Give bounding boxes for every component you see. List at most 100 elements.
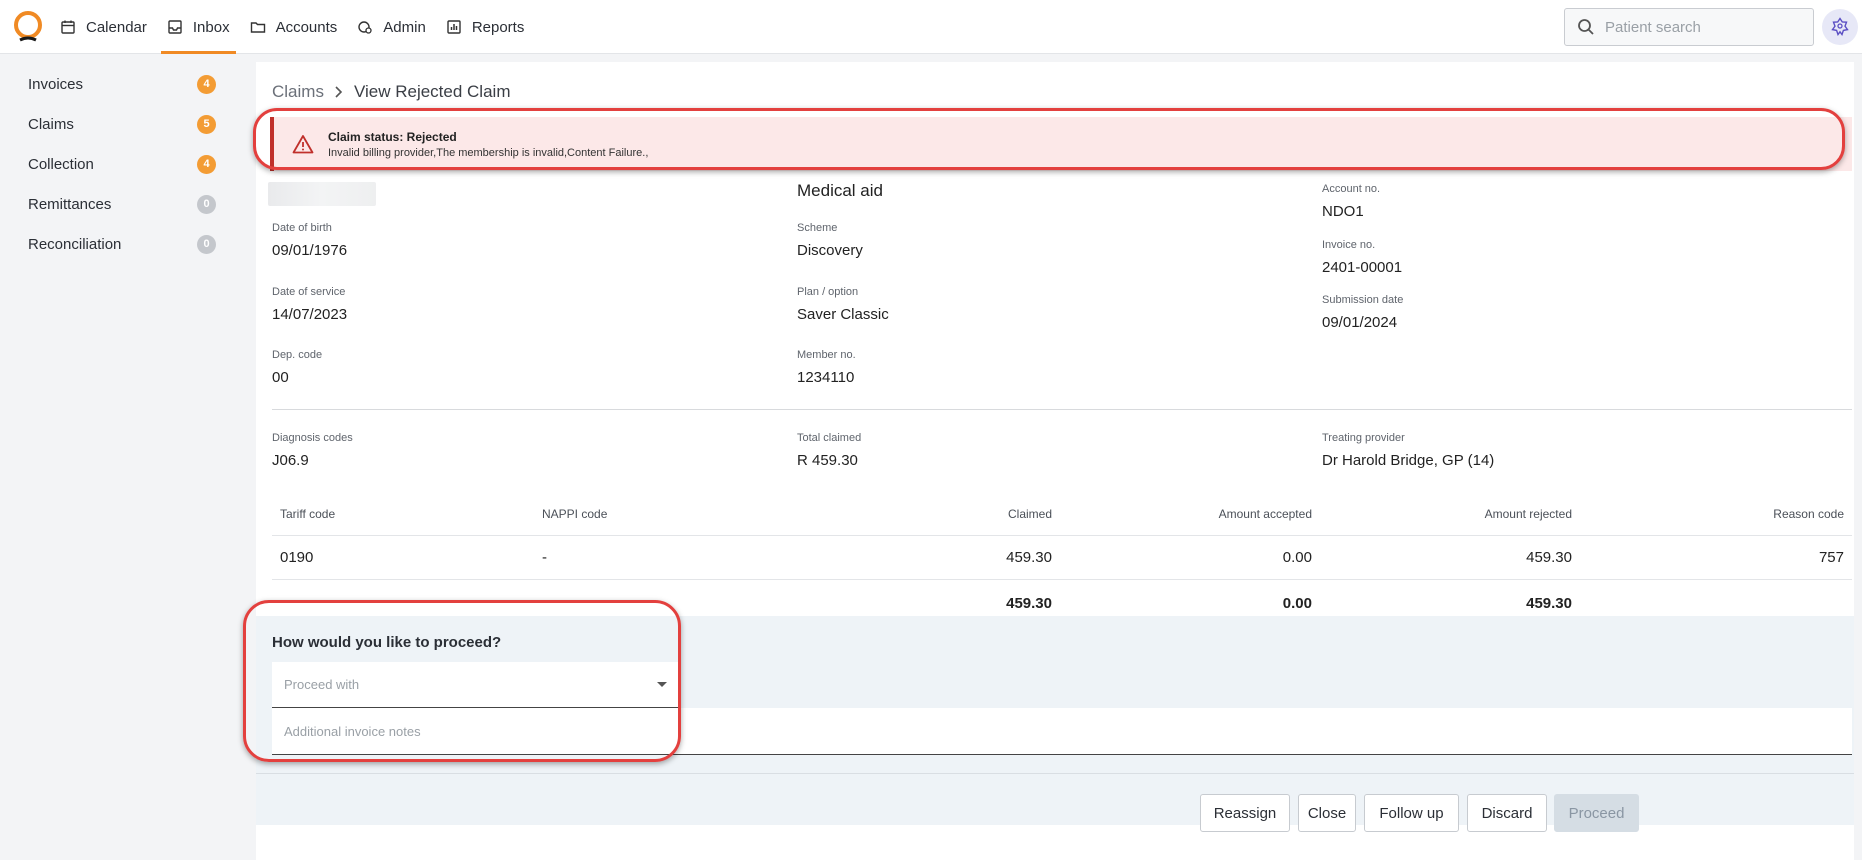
total-rejected: 459.30 [1526,594,1572,612]
member-value: 1234110 [797,369,855,386]
folder-icon [250,22,265,33]
nav-inbox-label: Inbox [192,18,230,36]
close-button[interactable]: Close [1298,794,1356,832]
sidebar-item-claims[interactable]: Claims 5 [0,104,244,144]
cell-amount-rejected: 459.30 [1526,549,1572,566]
sidebar-item-remittances[interactable]: Remittances 0 [0,184,244,224]
nav-calendar[interactable]: Calendar [50,0,157,54]
nav-accounts[interactable]: Accounts [240,0,348,54]
reassign-button[interactable]: Reassign [1200,794,1290,832]
diagnosis-value: J06.9 [272,452,309,469]
dos-value: 14/07/2023 [272,306,348,323]
proceed-section: How would you like to proceed? Proceed w… [256,616,1854,773]
invoice-notes-field[interactable] [272,708,1852,755]
member-field: Member no. 1234110 [797,349,856,386]
nav-calendar-label: Calendar [86,18,147,36]
sidebar-item-collection[interactable]: Collection 4 [0,144,244,184]
sidebar-item-reconciliation[interactable]: Reconciliation 0 [0,224,244,264]
submission-value: 09/01/2024 [1322,314,1398,331]
count-badge: 4 [197,154,216,174]
account-label: Account no. [1322,183,1381,195]
inbox-icon [168,20,182,34]
dropdown-arrow-icon [657,681,667,687]
claim-detail-panel: Claims View Rejected Claim Claim status:… [256,62,1854,860]
medical-aid-heading: Medical aid [797,181,883,200]
diagnosis-field: Diagnosis codes J06.9 [272,432,353,469]
cell-claimed: 459.30 [1006,549,1052,566]
proceed-question: How would you like to proceed? [272,634,502,651]
dep-code-field: Dep. code 00 [272,349,322,386]
dob-field: Date of birth 09/01/1976 [272,222,347,259]
member-label: Member no. [797,349,856,361]
sidebar-item-label: Remittances [28,195,112,213]
scheme-label: Scheme [797,222,838,234]
inbox-sidebar: Invoices 4 Claims 5 Collection 4 Remitta… [0,54,244,860]
proceed-with-placeholder: Proceed with [284,677,360,692]
app-logo-icon[interactable] [12,10,44,44]
col-nappi-code: NAPPI code [542,506,608,521]
sidebar-item-label: Reconciliation [28,235,122,253]
count-badge: 5 [197,114,216,134]
user-avatar[interactable] [1822,9,1858,45]
breadcrumb-claims-link[interactable]: Claims [272,82,324,102]
treating-provider-value: Dr Harold Bridge, GP (14) [1322,452,1495,469]
nav-reports-label: Reports [471,18,525,36]
discard-button[interactable]: Discard [1467,794,1547,832]
col-claimed: Claimed [1007,506,1052,521]
submission-field: Submission date 09/01/2024 [1322,294,1403,331]
total-claimed-field: Total claimed R 459.30 [797,432,861,469]
invoice-value: 2401-00001 [1322,259,1403,276]
admin-gear-icon [358,21,372,34]
main-nav: Calendar Inbox Accounts Admin Reports [50,0,534,54]
plan-value: Saver Classic [797,306,889,323]
submission-label: Submission date [1322,294,1404,306]
proceed-button[interactable]: Proceed [1554,794,1639,832]
reports-icon [447,20,461,34]
follow-up-button[interactable]: Follow up [1364,794,1459,832]
breadcrumb: Claims View Rejected Claim [272,82,510,102]
alert-title: Claim status: Rejected [328,129,457,144]
nav-inbox[interactable]: Inbox [157,0,240,54]
sidebar-item-label: Invoices [28,75,84,93]
count-badge: 4 [197,74,216,94]
alert-message: Invalid billing provider,The membership … [328,146,649,159]
plan-label: Plan / option [797,286,859,298]
sidebar-item-invoices[interactable]: Invoices 4 [0,64,244,104]
nav-reports[interactable]: Reports [436,0,535,54]
proceed-with-select[interactable]: Proceed with [272,662,680,708]
nav-admin[interactable]: Admin [347,0,436,54]
patient-name-redacted [268,182,376,206]
plan-field: Plan / option Saver Classic [797,286,889,323]
top-bar: Calendar Inbox Accounts Admin Reports [0,0,1862,54]
sidebar-item-label: Claims [28,115,74,133]
cell-amount-accepted: 0.00 [1282,549,1312,566]
claim-status-alert: Claim status: Rejected Invalid billing p… [270,117,1852,171]
dep-code-value: 00 [272,369,289,386]
section-divider [272,409,1852,410]
col-tariff-code: Tariff code [280,506,336,521]
count-badge: 0 [197,194,216,214]
invoice-notes-input[interactable] [284,723,1840,739]
cell-nappi-code: - [542,549,547,566]
action-bar: Reassign Close Follow up Discard Proceed [256,773,1854,832]
scheme-value: Discovery [797,242,863,259]
col-amount-rejected: Amount rejected [1484,506,1572,521]
invoice-field: Invoice no. 2401-00001 [1322,239,1402,276]
total-accepted: 0.00 [1282,594,1312,612]
col-reason-code: Reason code [1773,506,1844,521]
count-badge: 0 [197,234,216,254]
alert-text: Claim status: Rejected Invalid billing p… [328,130,648,159]
dos-label: Date of service [272,286,346,298]
dos-field: Date of service 14/07/2023 [272,286,347,323]
table-row: 0190 - 459.30 0.00 459.30 757 [272,536,1852,580]
account-value: NDO1 [1322,203,1364,220]
dob-value: 09/01/1976 [272,242,348,259]
invoice-label: Invoice no. [1322,239,1376,251]
patient-search[interactable] [1564,8,1814,46]
treating-provider-field: Treating provider Dr Harold Bridge, GP (… [1322,432,1494,469]
dep-code-label: Dep. code [272,349,323,361]
nav-accounts-label: Accounts [275,18,338,36]
dob-label: Date of birth [272,222,332,234]
claim-lines-table: Tariff code NAPPI code Claimed Amount ac… [272,492,1852,626]
patient-search-input[interactable] [1605,18,1795,36]
